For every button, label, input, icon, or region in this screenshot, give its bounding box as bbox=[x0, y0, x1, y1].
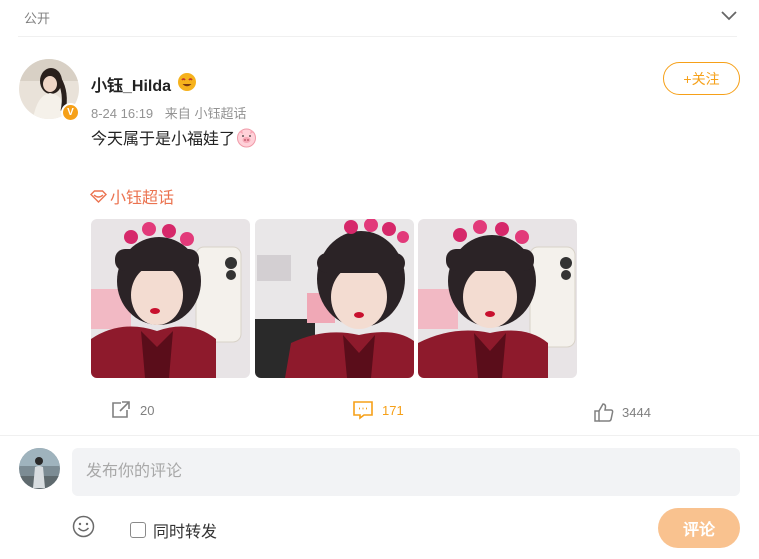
verified-badge: V bbox=[61, 103, 80, 122]
post-photo[interactable] bbox=[255, 219, 414, 378]
repost-count: 20 bbox=[140, 402, 155, 418]
like-count: 3444 bbox=[622, 404, 651, 420]
repost-button[interactable]: 20 bbox=[110, 400, 154, 420]
submit-comment-button[interactable]: 评论 bbox=[658, 508, 740, 548]
post-date[interactable]: 8-24 16:19 bbox=[91, 106, 153, 121]
comment-count: 171 bbox=[382, 402, 404, 418]
topic-label: 小钰超话 bbox=[110, 190, 175, 207]
comment-button[interactable]: 171 bbox=[352, 400, 404, 420]
like-icon bbox=[594, 403, 614, 422]
diamond-icon bbox=[90, 189, 107, 203]
like-button[interactable]: 3444 bbox=[593, 402, 651, 422]
post-photo[interactable] bbox=[418, 219, 577, 378]
post-source[interactable]: 小钰超话 bbox=[194, 106, 246, 121]
pig-icon bbox=[237, 128, 257, 148]
divider bbox=[0, 435, 759, 436]
repost-checkbox[interactable]: 同时转发 bbox=[130, 518, 217, 542]
follow-button-label: +关注 bbox=[683, 70, 720, 87]
author-name[interactable]: 小钰_Hilda bbox=[91, 72, 171, 96]
post-text: 今天属于是小福娃了 bbox=[91, 125, 257, 149]
comment-icon bbox=[353, 401, 373, 420]
smile-icon[interactable] bbox=[72, 515, 95, 538]
repost-icon bbox=[112, 401, 130, 418]
top-bar: 公开 bbox=[0, 0, 759, 36]
source-prefix: 来自 bbox=[164, 106, 191, 121]
verified-badge-label: V bbox=[67, 107, 74, 118]
follow-button[interactable]: +关注 bbox=[663, 62, 740, 95]
visibility-label: 公开 bbox=[24, 11, 51, 26]
divider bbox=[18, 36, 737, 37]
my-avatar[interactable] bbox=[19, 448, 60, 489]
checkbox-box[interactable] bbox=[130, 522, 146, 538]
comment-input[interactable] bbox=[72, 448, 740, 496]
submit-button-label: 评论 bbox=[682, 522, 715, 539]
repost-checkbox-label: 同时转发 bbox=[153, 524, 218, 541]
post-text-content: 今天属于是小福娃了 bbox=[91, 131, 236, 148]
topic-link[interactable]: 小钰超话 bbox=[90, 184, 174, 208]
emoji-badge-icon bbox=[178, 73, 196, 91]
post-photo[interactable] bbox=[91, 219, 250, 378]
post-meta: 8-24 16:19 来自 小钰超话 bbox=[91, 103, 246, 122]
chevron-down-icon[interactable] bbox=[720, 8, 738, 22]
